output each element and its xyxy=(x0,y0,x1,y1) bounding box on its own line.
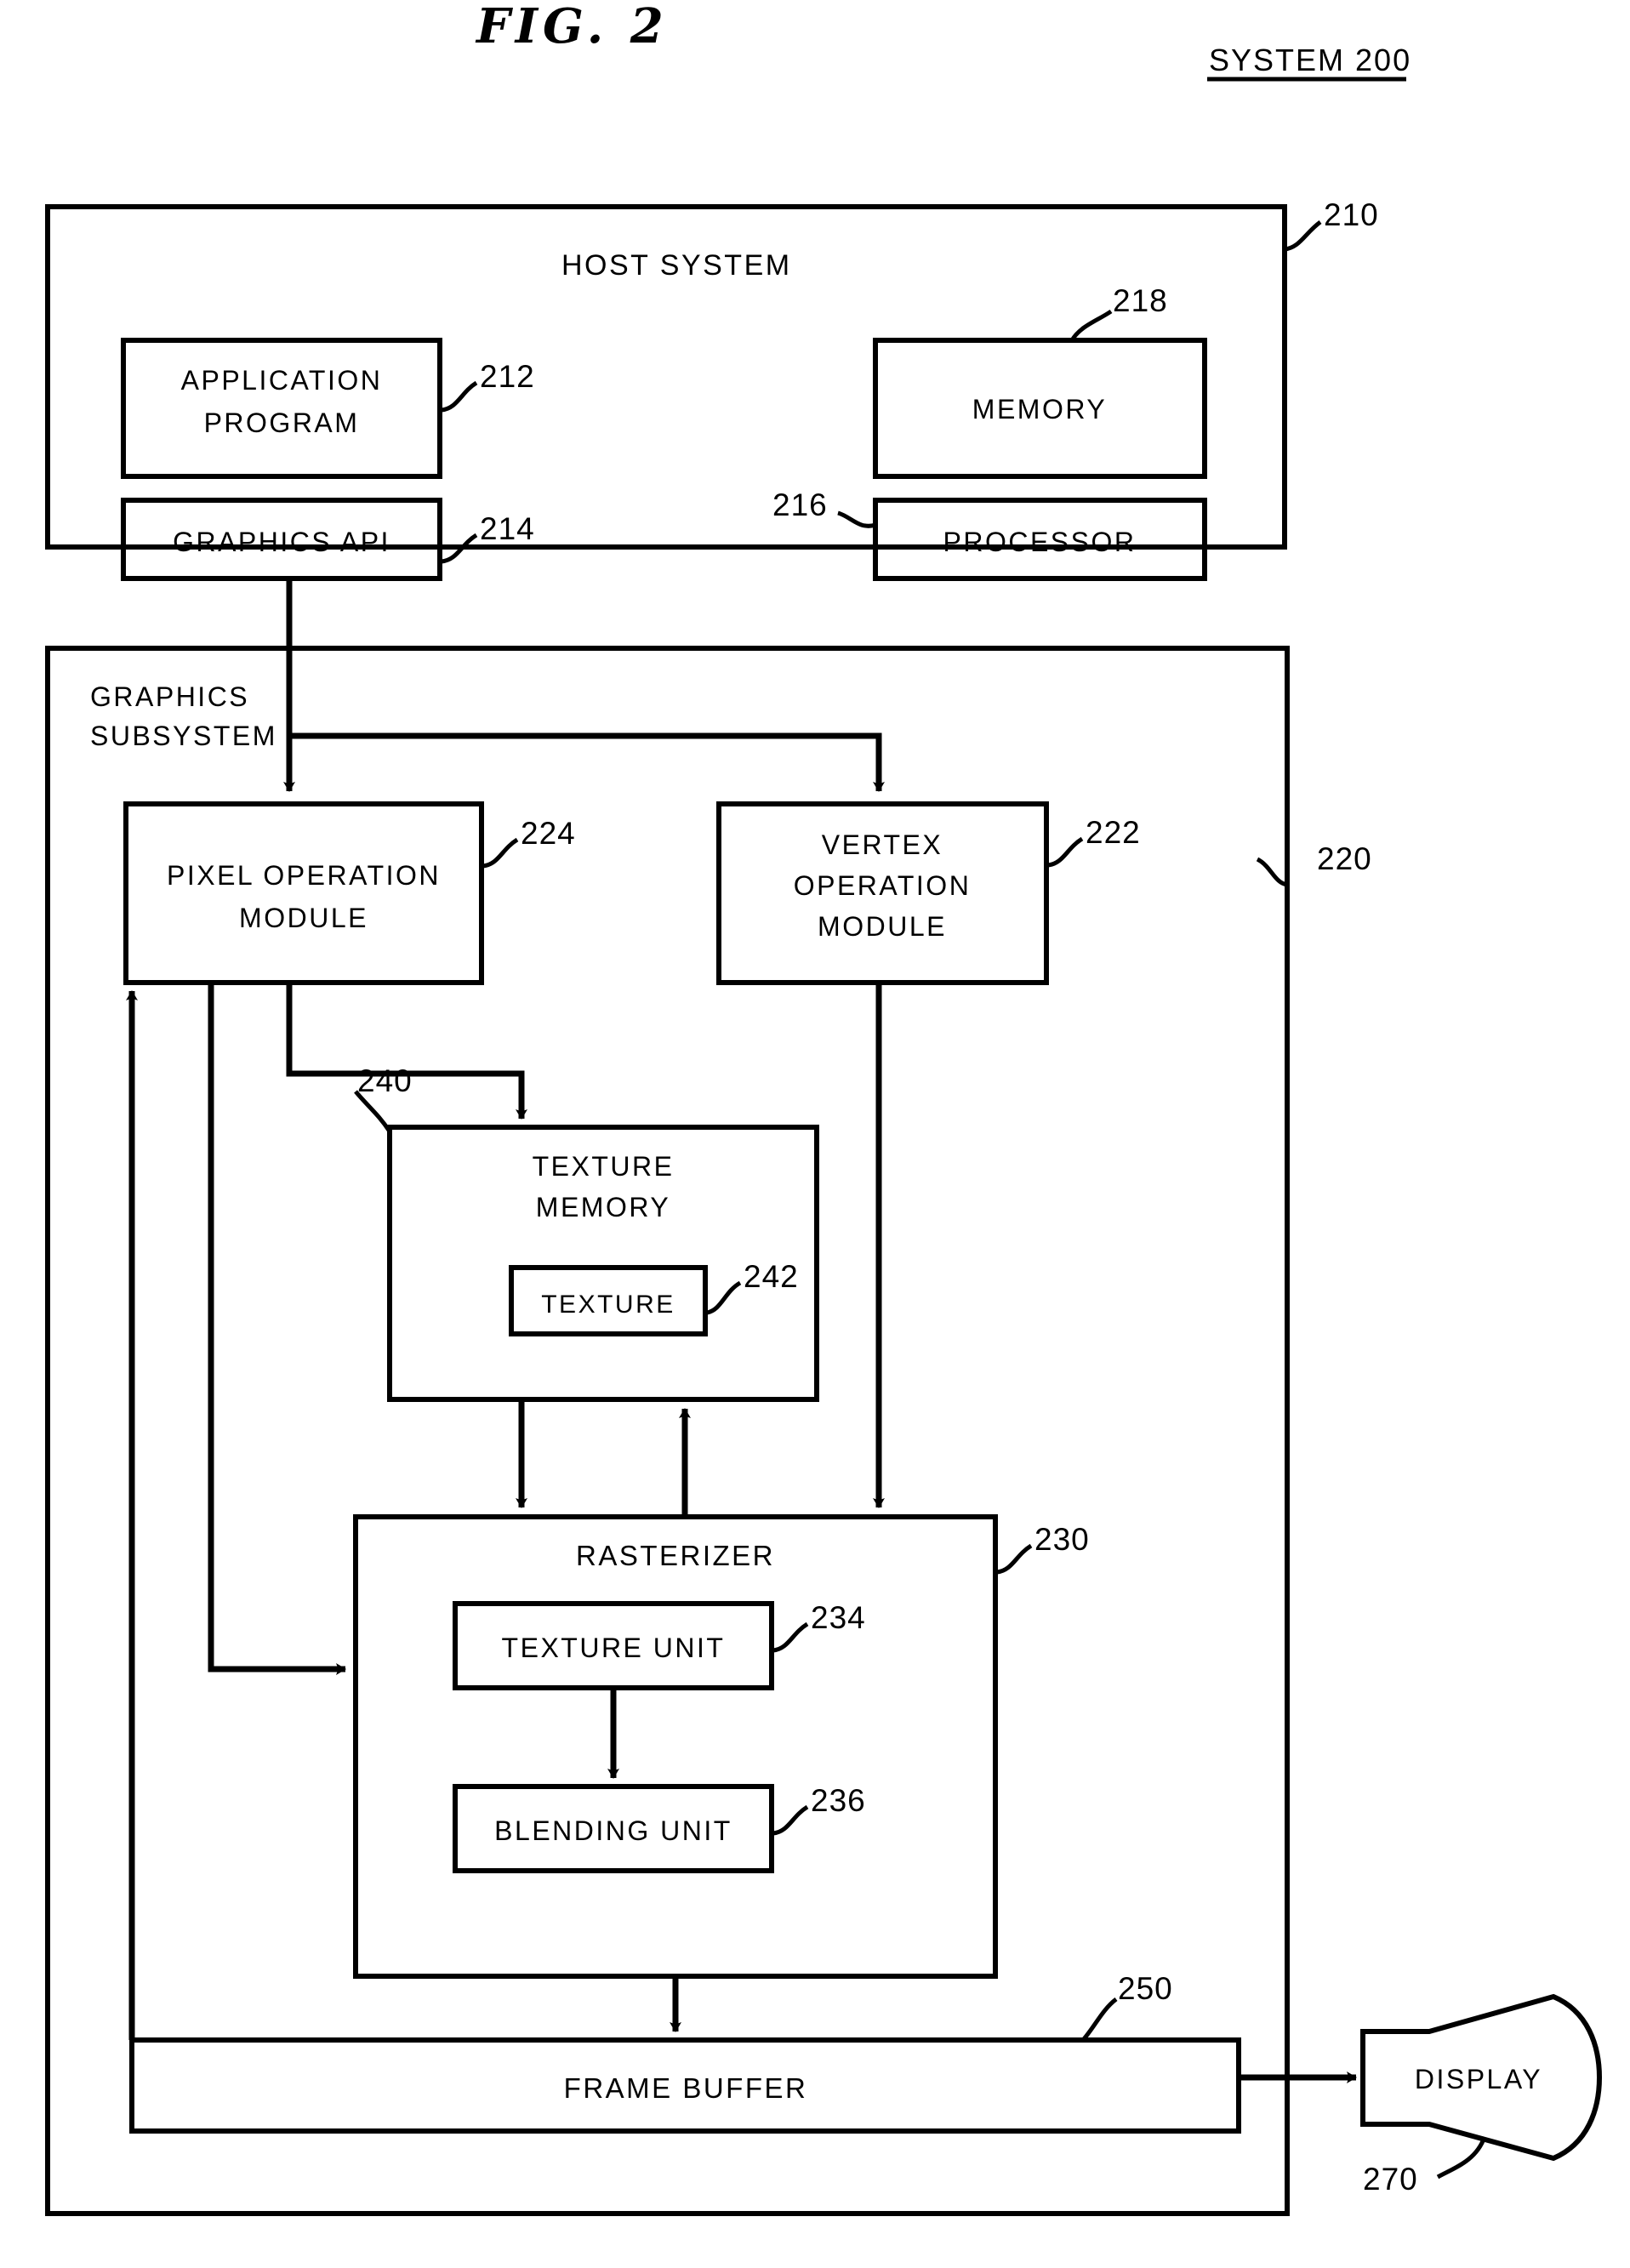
leader-242 xyxy=(706,1280,742,1315)
system-label: SYSTEM 200 xyxy=(1209,43,1411,77)
texture-memory-label-line2: MEMORY xyxy=(536,1192,670,1222)
leader-216 xyxy=(837,510,876,528)
ref-250: 250 xyxy=(1118,1971,1173,2006)
edge-graphics-api-to-vertex-op xyxy=(289,732,885,792)
ref-230: 230 xyxy=(1034,1522,1090,1557)
ref-240: 240 xyxy=(357,1063,413,1098)
leader-222 xyxy=(1047,836,1084,868)
ref-220: 220 xyxy=(1317,841,1372,876)
edge-pixel-op-to-rasterizer xyxy=(208,983,346,1675)
ref-218: 218 xyxy=(1113,283,1168,318)
pixel-operation-module-label-line2: MODULE xyxy=(239,903,368,933)
ref-242: 242 xyxy=(744,1259,799,1294)
rasterizer-box xyxy=(353,1514,998,1979)
host-system-label: HOST SYSTEM xyxy=(561,249,792,282)
ref-210: 210 xyxy=(1324,197,1379,232)
vertex-operation-module-label-line2: OPERATION xyxy=(794,870,972,901)
figure-title: FIG. 2 xyxy=(475,0,669,54)
leader-218 xyxy=(1069,309,1113,342)
patent-figure-svg: FIG. 2 SYSTEM 200 HOST SYSTEM 210 APPLIC… xyxy=(45,0,1603,2216)
leader-236 xyxy=(772,1804,809,1836)
vertex-operation-module-label-line3: MODULE xyxy=(818,911,947,942)
memory-label: MEMORY xyxy=(972,394,1107,425)
ref-216: 216 xyxy=(772,487,828,522)
ref-236: 236 xyxy=(811,1783,866,1818)
ref-222: 222 xyxy=(1086,815,1141,850)
leader-210 xyxy=(1284,219,1322,252)
application-program-label-line2: PROGRAM xyxy=(204,407,360,438)
pixel-operation-module-label-line1: PIXEL OPERATION xyxy=(167,860,441,891)
ref-224: 224 xyxy=(521,816,576,851)
leader-250 xyxy=(1081,1997,1118,2042)
texture-label: TEXTURE xyxy=(541,1291,675,1319)
edge-pixel-op-to-texture-memory xyxy=(286,983,527,1120)
graphics-subsystem-label-line2: SUBSYSTEM xyxy=(90,721,277,751)
leader-270 xyxy=(1436,2136,1487,2180)
leader-220 xyxy=(1256,857,1288,887)
texture-memory-label-line1: TEXTURE xyxy=(533,1151,675,1182)
graphics-subsystem-label-line1: GRAPHICS xyxy=(90,681,249,712)
texture-unit-label: TEXTURE UNIT xyxy=(502,1633,726,1663)
ref-212: 212 xyxy=(480,359,535,394)
leader-230 xyxy=(996,1543,1033,1575)
leader-224 xyxy=(482,837,519,869)
leader-234 xyxy=(772,1621,809,1653)
ref-270: 270 xyxy=(1363,2162,1418,2197)
figure-canvas: FIG. 2 SYSTEM 200 HOST SYSTEM 210 APPLIC… xyxy=(0,0,1630,2268)
graphics-api-label: GRAPHICS API xyxy=(173,527,390,557)
processor-label: PROCESSOR xyxy=(943,527,1137,557)
application-program-label-line1: APPLICATION xyxy=(181,365,383,396)
blending-unit-label: BLENDING UNIT xyxy=(494,1815,732,1846)
display-label: DISPLAY xyxy=(1415,2064,1542,2094)
ref-214: 214 xyxy=(480,511,535,546)
leader-212 xyxy=(441,380,478,413)
frame-buffer-label: FRAME BUFFER xyxy=(564,2072,808,2104)
vertex-operation-module-label-line1: VERTEX xyxy=(822,829,943,860)
pixel-operation-module-box xyxy=(123,801,484,985)
rasterizer-label: RASTERIZER xyxy=(576,1540,775,1571)
ref-234: 234 xyxy=(811,1600,866,1635)
